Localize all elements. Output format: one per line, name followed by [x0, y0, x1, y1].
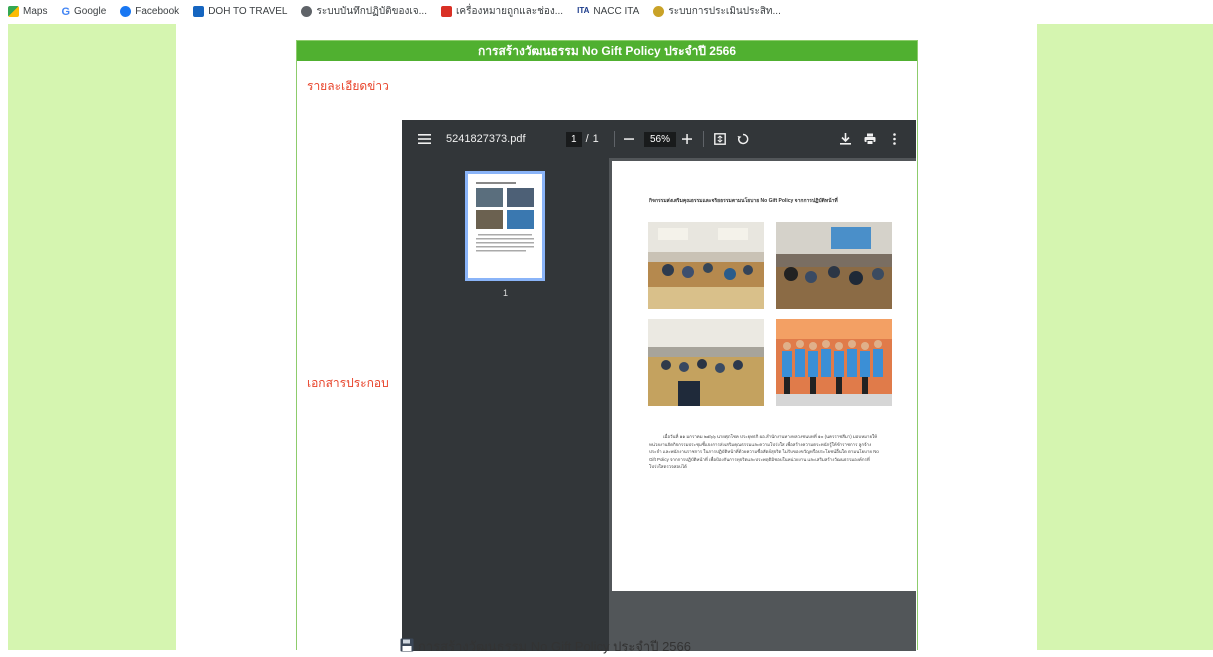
zoom-level[interactable]: 56%	[644, 120, 677, 158]
left-side-panel	[8, 24, 176, 650]
right-side-panel	[1037, 24, 1213, 650]
attachment-caption-text: การสร้างวัฒนธรรม No Gift Policy ประจำปี …	[418, 639, 691, 654]
thumbnail-page-number: 1	[502, 288, 508, 298]
news-details-label: รายละเอียดข่าว	[307, 79, 389, 93]
meeting-photo-3	[648, 319, 764, 406]
google-icon: G	[61, 5, 71, 18]
maps-icon	[8, 5, 19, 17]
bookmark-checkmark[interactable]: เครื่องหมายถูกและช่อง...	[441, 4, 563, 19]
globe-icon	[301, 5, 313, 17]
meeting-photo-1	[648, 222, 764, 309]
bookmark-nacc-ita[interactable]: ITA NACC ITA	[577, 6, 639, 17]
doh-travel-icon	[193, 5, 205, 17]
zoom-out-icon[interactable]	[622, 120, 636, 158]
attachments-label: เอกสารประกอบ	[307, 376, 389, 390]
facebook-icon	[120, 5, 132, 17]
pdf-filename: 5241827373.pdf	[446, 133, 526, 145]
page-heading: กิจกรรมส่งเสริมคุณธรรมและจริยธรรมตามนโยบ…	[649, 198, 838, 204]
bookmarks-bar: Maps G Google Facebook DOH TO TRAVEL ระบ…	[0, 0, 1213, 22]
toolbar-divider	[702, 120, 704, 158]
total-pages: 1	[592, 133, 599, 145]
page-body-text: เมื่อวันที่ ๑๑ มกราคม ๒๕๖๖ นายศุภโชค ประ…	[649, 434, 879, 470]
bookmark-doh-travel[interactable]: DOH TO TRAVEL	[193, 5, 287, 17]
rotate-icon[interactable]	[736, 120, 750, 158]
pdf-page: กิจกรรมส่งเสริมคุณธรรมและจริยธรรมตามนโยบ…	[612, 161, 916, 591]
emblem-icon	[653, 5, 665, 17]
thumbnail-preview-image	[476, 182, 534, 252]
download-icon[interactable]	[838, 120, 852, 158]
page-separator: /	[585, 133, 589, 145]
page-thumbnail[interactable]	[465, 171, 545, 281]
toolbar-divider	[613, 120, 615, 158]
zoom-in-icon[interactable]	[680, 120, 694, 158]
page-number-input[interactable]: 1	[566, 131, 582, 147]
bookmark-google[interactable]: G Google	[61, 5, 106, 18]
menu-icon[interactable]	[414, 120, 434, 158]
pdf-toolbar: 5241827373.pdf 1 / 1 56%	[402, 120, 916, 158]
meeting-photo-2	[776, 222, 892, 309]
red-app-icon	[441, 5, 452, 17]
bookmark-maps[interactable]: Maps	[8, 5, 47, 17]
news-title: การสร้างวัฒนธรรม No Gift Policy ประจำปี …	[297, 41, 917, 61]
print-icon[interactable]	[863, 120, 877, 158]
attachment-caption[interactable]: การสร้างวัฒนธรรม No Gift Policy ประจำปี …	[400, 636, 691, 657]
group-photo	[776, 319, 892, 406]
news-box: การสร้างวัฒนธรรม No Gift Policy ประจำปี …	[296, 40, 918, 651]
bookmark-evaluation[interactable]: ระบบการประเมินประสิท...	[653, 4, 781, 19]
pdf-viewer[interactable]: 5241827373.pdf 1 / 1 56% 1 กิจกรรมส่งเสร…	[402, 120, 916, 651]
more-options-icon[interactable]	[889, 120, 899, 158]
fit-page-icon[interactable]	[713, 120, 727, 158]
nacc-ita-icon: ITA	[577, 5, 590, 15]
bookmark-facebook[interactable]: Facebook	[120, 5, 179, 17]
bookmark-record-system[interactable]: ระบบบันทึกปฏิบัติของเจ...	[301, 4, 427, 19]
page-indicator: 1 / 1	[566, 120, 599, 158]
save-disk-icon	[400, 638, 414, 655]
thumbnail-sidebar: 1	[402, 158, 609, 651]
